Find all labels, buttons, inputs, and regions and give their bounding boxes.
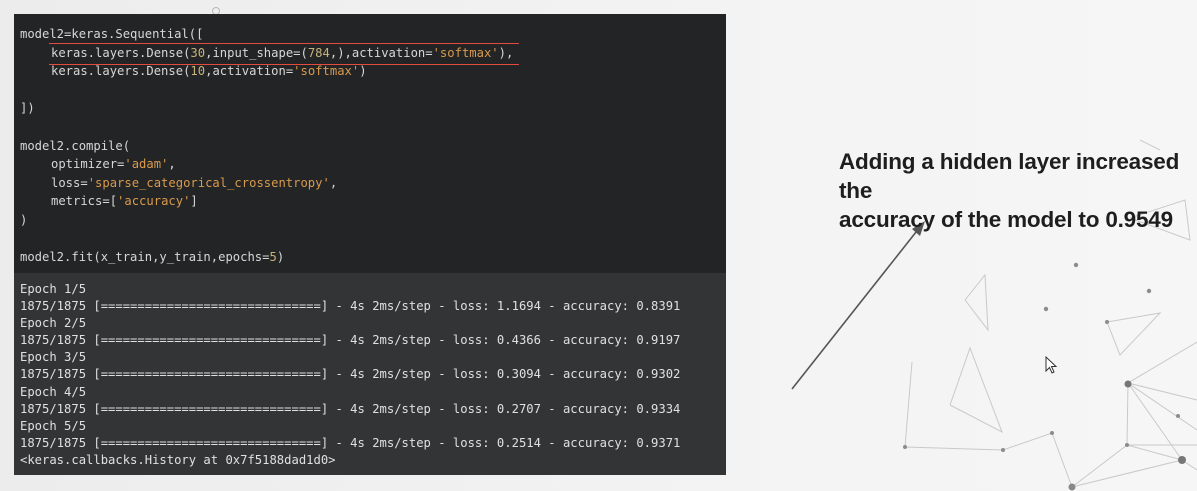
code-text: ), bbox=[498, 45, 514, 60]
annotation-line: accuracy of the model to 0.9549 bbox=[839, 207, 1173, 232]
code-text: , bbox=[168, 157, 176, 172]
code-string: 'softmax' bbox=[293, 64, 360, 79]
code-text: ) bbox=[276, 250, 285, 265]
mouse-cursor-icon bbox=[1045, 356, 1058, 374]
red-underline-bottom bbox=[49, 63, 520, 66]
code-number: 30 bbox=[190, 45, 206, 60]
code-text: ] bbox=[190, 194, 198, 209]
code-text: model2.compile( bbox=[20, 138, 131, 153]
code-number: 10 bbox=[190, 64, 206, 79]
output-line: Epoch 4/5 bbox=[20, 384, 87, 399]
code-text: , bbox=[329, 175, 338, 190]
output-line: 1875/1875 [=============================… bbox=[20, 401, 681, 416]
code-text: model2.fit(x_train,y_train,epochs= bbox=[20, 250, 270, 265]
code-line-highlighted: keras.layers.Dense(30,input_shape=(784,)… bbox=[20, 42, 726, 66]
output-line: 1875/1875 [=============================… bbox=[20, 367, 681, 382]
code-number: 784 bbox=[307, 45, 330, 60]
code-string: 'sparse_categorical_crossentropy' bbox=[87, 175, 330, 190]
code-line: model2.compile( bbox=[20, 137, 726, 156]
notebook-cell: model2=keras.Sequential([ keras.layers.D… bbox=[14, 14, 726, 475]
output-line: Epoch 5/5 bbox=[20, 418, 87, 433]
output-line: 1875/1875 [=============================… bbox=[20, 299, 681, 314]
code-line: loss='sparse_categorical_crossentropy', bbox=[20, 174, 726, 193]
code-text: loss= bbox=[51, 175, 88, 190]
annotation-arrow bbox=[791, 221, 925, 390]
cell-output: Epoch 1/5 1875/1875 [===================… bbox=[14, 273, 726, 475]
code-line: metrics=['accuracy'] bbox=[20, 192, 726, 211]
output-line: <keras.callbacks.History at 0x7f5188dad1… bbox=[20, 452, 336, 467]
red-underline-top bbox=[49, 42, 520, 45]
code-line: optimizer='adam', bbox=[20, 155, 726, 174]
code-text: keras.layers.Dense( bbox=[51, 45, 191, 60]
code-string: 'accuracy' bbox=[117, 194, 191, 209]
output-line: 1875/1875 [=============================… bbox=[20, 435, 681, 450]
code-text: ) bbox=[20, 212, 28, 227]
code-number: 5 bbox=[269, 250, 277, 265]
code-text: ) bbox=[359, 64, 367, 79]
code-string: 'adam' bbox=[124, 157, 169, 172]
annotation-text: Adding a hidden layer increased the accu… bbox=[839, 147, 1197, 234]
code-text: keras.layers.Dense( bbox=[51, 64, 191, 79]
code-text: ,activation= bbox=[205, 64, 294, 79]
code-line: ) bbox=[20, 211, 726, 230]
code-line: ]) bbox=[20, 99, 726, 118]
highlighted-hidden-layer: keras.layers.Dense(30,input_shape=(784,)… bbox=[49, 42, 520, 66]
code-text: ]) bbox=[20, 101, 35, 116]
output-line: Epoch 3/5 bbox=[20, 350, 87, 365]
code-text: optimizer= bbox=[51, 157, 125, 172]
annotation-line: Adding a hidden layer increased the bbox=[839, 149, 1180, 203]
code-text: model2=keras.Sequential([ bbox=[20, 27, 204, 41]
output-line: 1875/1875 [=============================… bbox=[20, 333, 681, 348]
code-string: 'softmax' bbox=[432, 45, 499, 60]
code-text: metrics=[ bbox=[51, 194, 118, 209]
code-input-cell[interactable]: model2=keras.Sequential([ keras.layers.D… bbox=[14, 14, 726, 273]
output-line: Epoch 1/5 bbox=[20, 282, 87, 296]
code-line: model2=keras.Sequential([ bbox=[20, 25, 726, 44]
code-text: ,input_shape=( bbox=[205, 45, 308, 60]
code-text: ,),activation= bbox=[329, 45, 433, 60]
code-line: model2.fit(x_train,y_train,epochs=5) bbox=[20, 248, 726, 267]
output-line: Epoch 2/5 bbox=[20, 316, 87, 331]
